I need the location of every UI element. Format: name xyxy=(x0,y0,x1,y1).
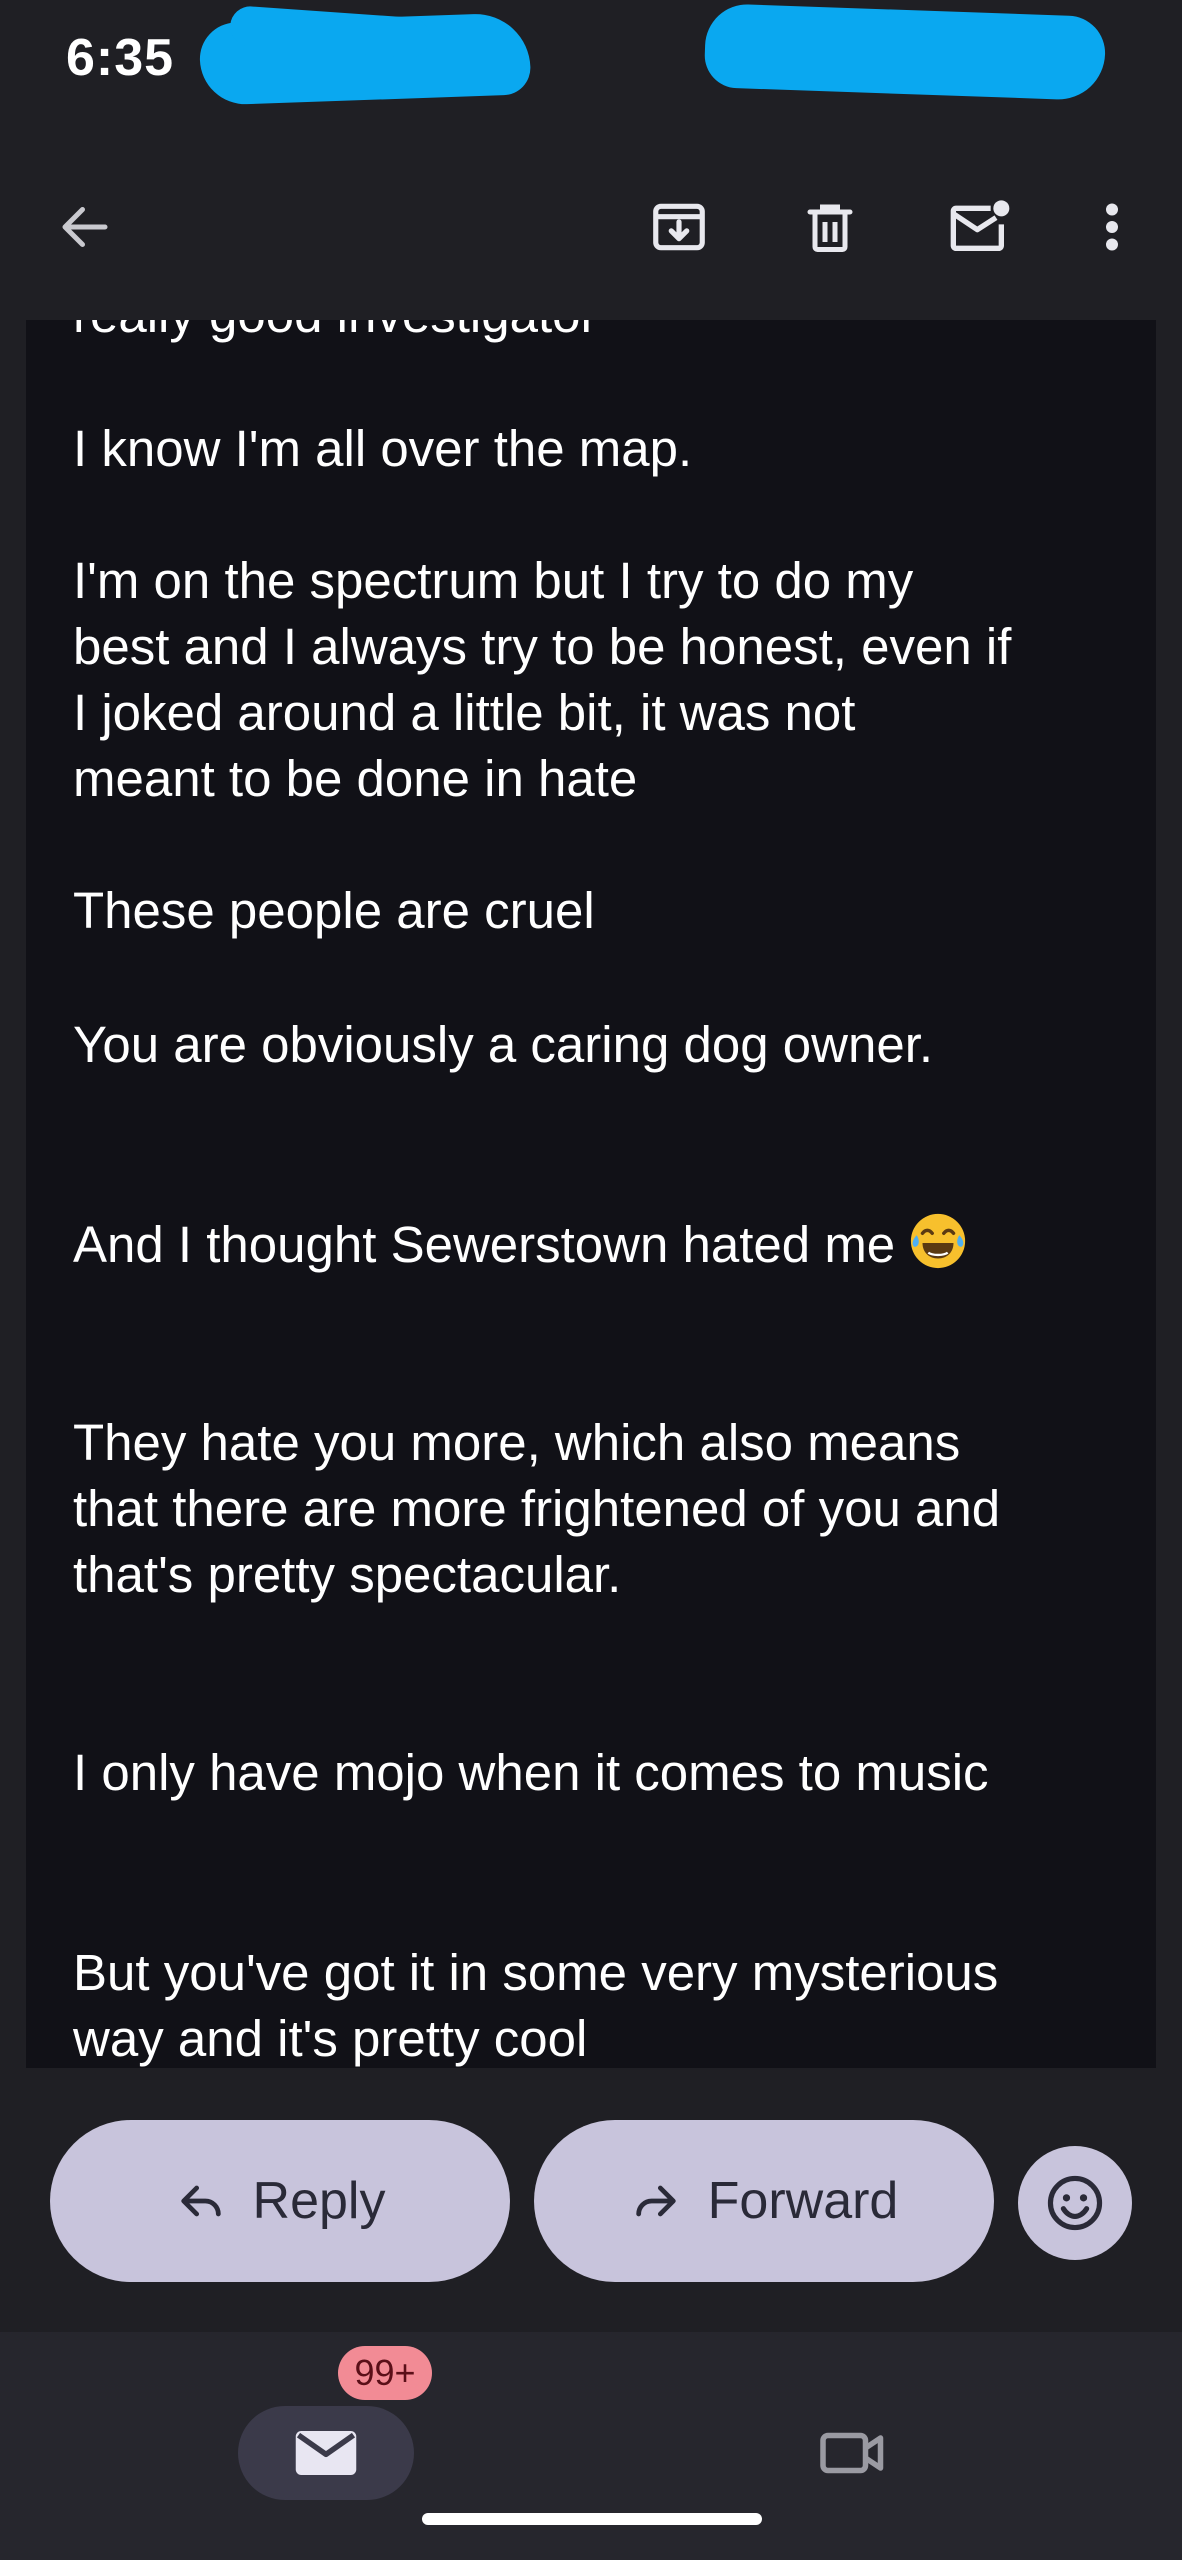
email-text-line: You are obviously a caring dog owner. xyxy=(73,1016,934,1073)
forward-icon xyxy=(635,2185,676,2217)
status-bar: 6:35 xyxy=(0,0,1182,120)
email-text-line: But you've got it in some very mysteriou… xyxy=(73,1944,999,2001)
delete-button[interactable] xyxy=(785,182,875,272)
email-text-line: These people are cruel xyxy=(73,882,595,939)
email-text-line: best and I always try to be honest, even… xyxy=(73,618,1012,675)
archive-icon xyxy=(653,203,705,251)
status-time: 6:35 xyxy=(66,29,175,87)
email-text-line: I joked around a little bit, it was not xyxy=(73,684,856,741)
more-vertical-icon xyxy=(1106,203,1118,251)
forward-label: Forward xyxy=(707,2172,899,2230)
email-text-line: I know I'm all over the map. xyxy=(73,420,693,477)
email-text-line: way and it's pretty cool xyxy=(73,2010,588,2067)
email-text-line: I'm on the spectrum but I try to do my xyxy=(73,552,914,609)
email-text: And I thought Sewerstown hated me xyxy=(73,1216,896,1273)
unread-count-badge: 99+ xyxy=(338,2346,432,2400)
laughing-crying-emoji-icon xyxy=(911,1213,966,1269)
reply-label: Reply xyxy=(252,2172,386,2230)
home-indicator[interactable] xyxy=(422,2513,762,2525)
back-button[interactable] xyxy=(40,182,130,272)
more-options-button[interactable] xyxy=(1067,182,1157,272)
email-text-line: meant to be done in hate xyxy=(73,750,638,807)
email-text-line: really good investigator xyxy=(73,320,1133,348)
email-text-line: They hate you more, which also means xyxy=(73,1414,961,1471)
nav-meet-tab[interactable] xyxy=(808,2416,898,2490)
email-text-line: that there are more frightened of you an… xyxy=(73,1480,1001,1537)
smiley-face-icon xyxy=(1047,2175,1103,2231)
mark-unread-icon xyxy=(950,200,1010,251)
forward-button[interactable]: Forward xyxy=(534,2120,994,2282)
arrow-back-icon xyxy=(62,207,108,247)
email-text-line: I only have mojo when it comes to music xyxy=(73,1744,989,1801)
reply-actions-bar: Reply Forward xyxy=(0,2068,1182,2332)
reply-button[interactable]: Reply xyxy=(50,2120,510,2282)
mark-unread-button[interactable] xyxy=(935,182,1025,272)
redaction-mark xyxy=(703,3,1107,101)
bottom-navigation xyxy=(0,2332,1182,2560)
email-text-line-with-emoji: And I thought Sewerstown hated me xyxy=(73,1210,1133,1278)
email-body[interactable]: really good investigator I know I'm all … xyxy=(26,320,1156,2068)
emoji-reaction-button[interactable] xyxy=(1018,2146,1132,2260)
archive-button[interactable] xyxy=(634,182,724,272)
video-camera-icon xyxy=(820,2432,884,2474)
trash-icon xyxy=(807,204,853,252)
email-toolbar xyxy=(0,140,1182,320)
mail-icon xyxy=(295,2431,357,2475)
reply-icon xyxy=(180,2185,221,2217)
nav-mail-tab[interactable] xyxy=(238,2406,414,2500)
email-text-line: that's pretty spectacular. xyxy=(73,1546,622,1603)
